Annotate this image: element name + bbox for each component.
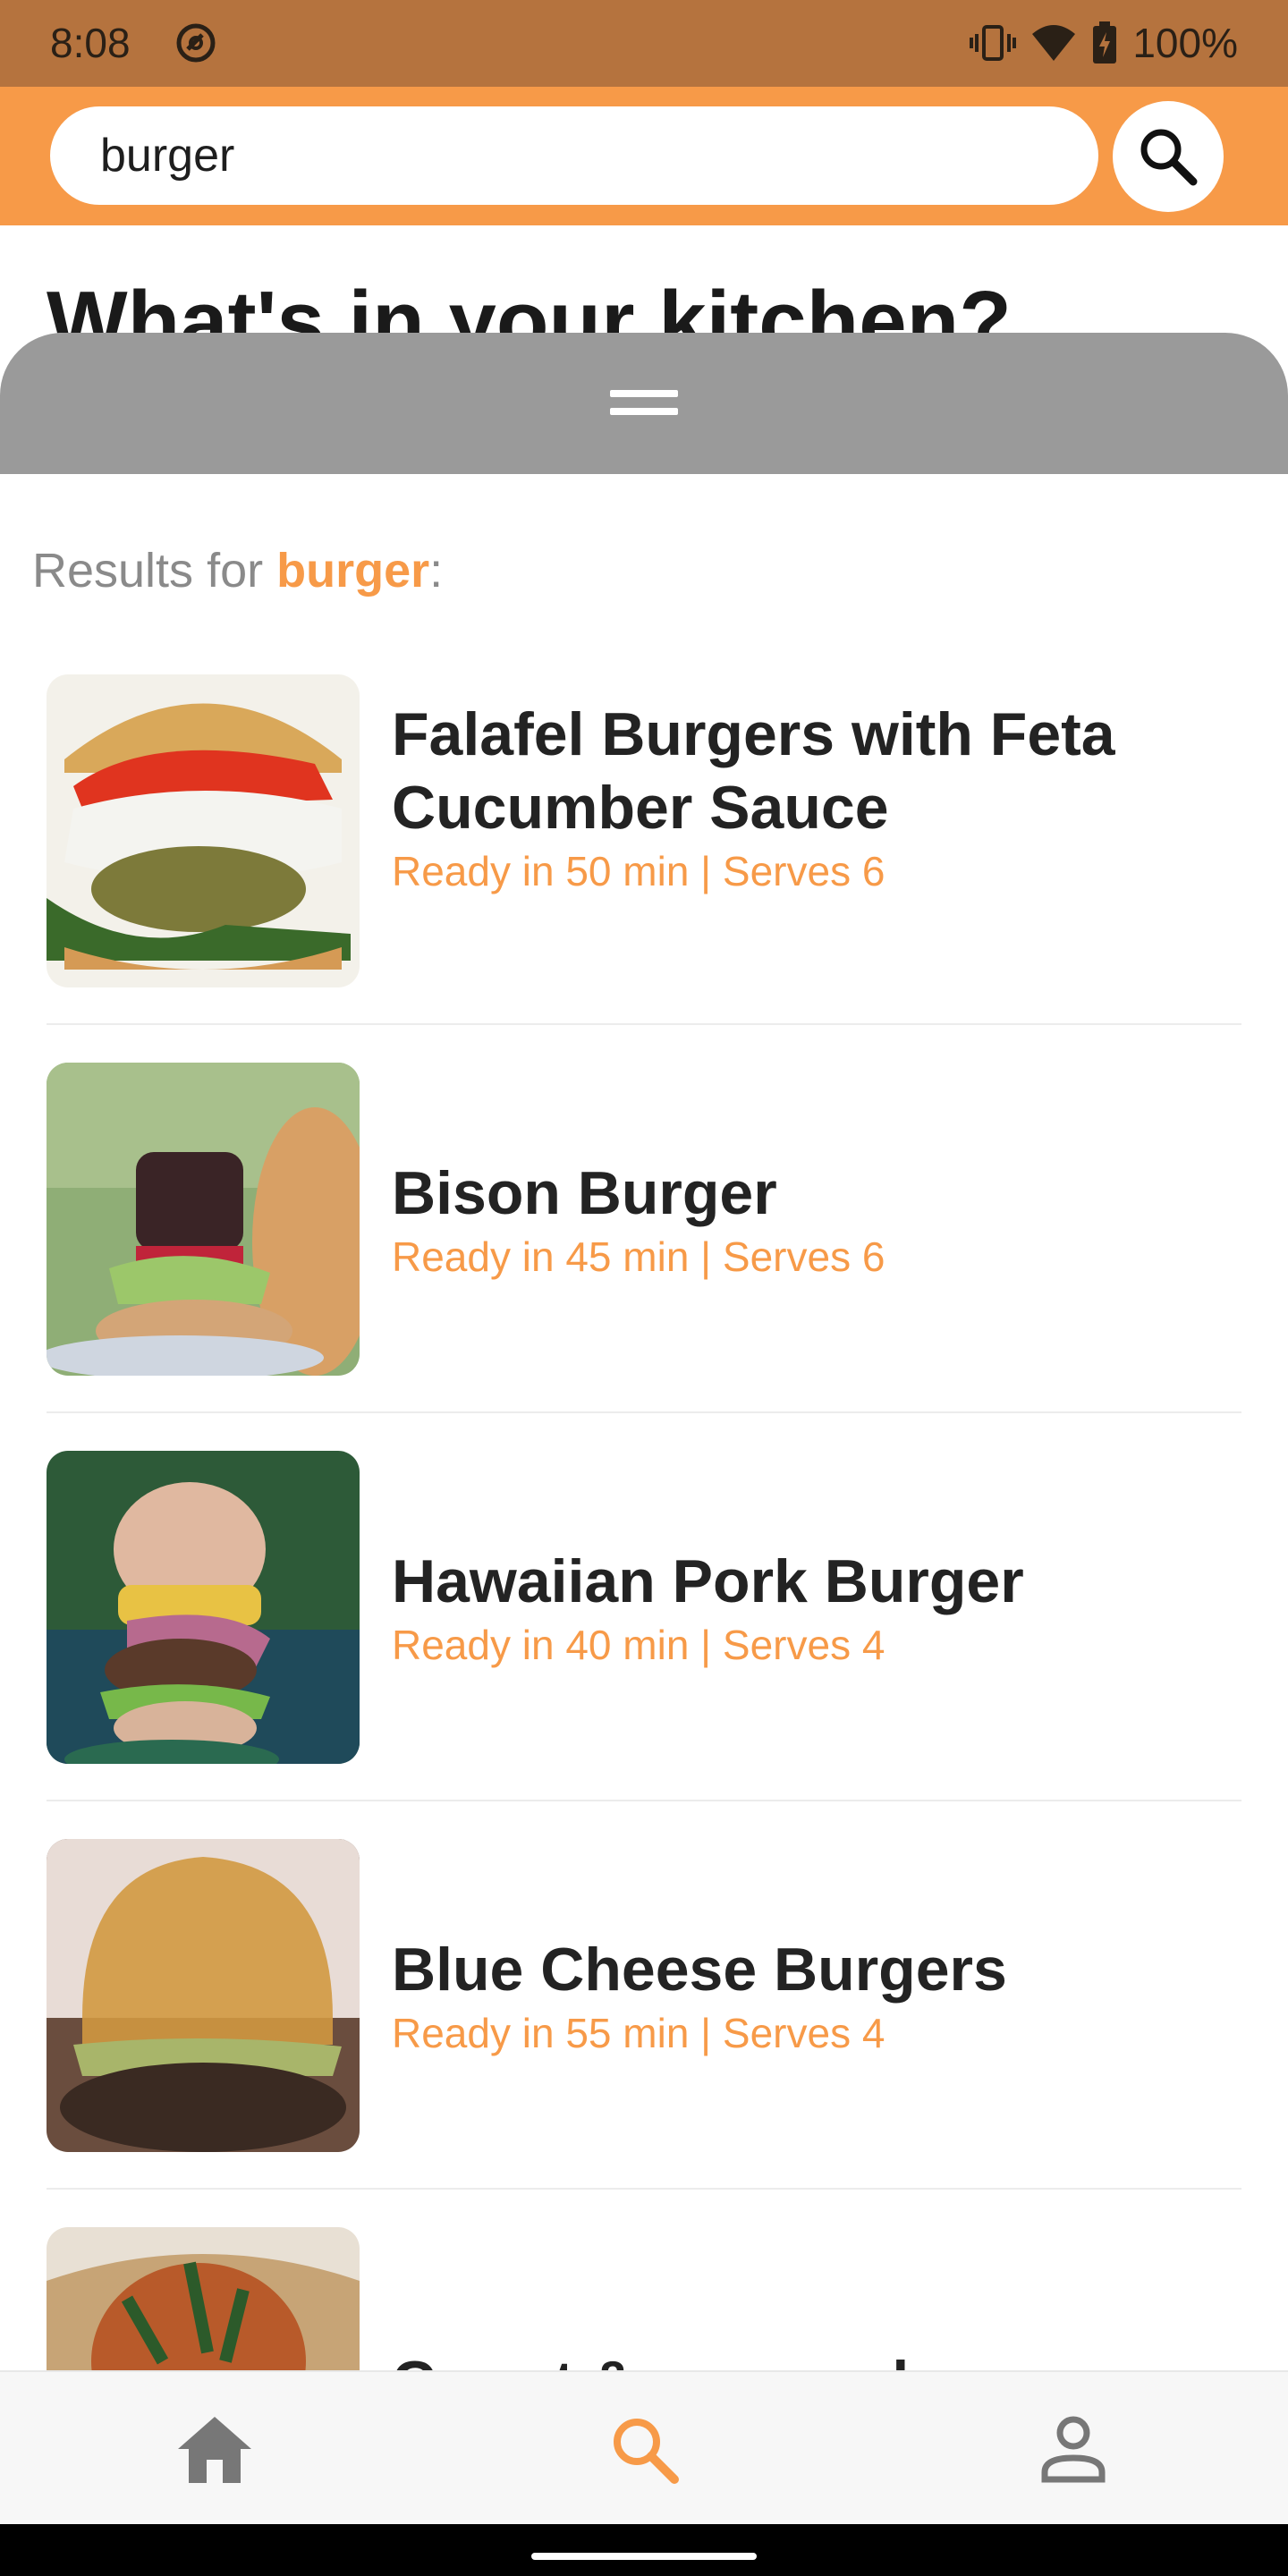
do-not-disturb-icon (176, 23, 216, 63)
recipe-text: Bison Burger Ready in 45 min | Serves 6 (392, 1025, 1241, 1413)
search-button[interactable] (1113, 101, 1224, 212)
recipe-title: Carrot & sesame burgers (392, 2346, 1241, 2370)
recipe-meta: Ready in 50 min | Serves 6 (392, 848, 886, 894)
list-item[interactable]: Bison Burger Ready in 45 min | Serves 6 (47, 1025, 1241, 1413)
results-query: burger (276, 544, 430, 597)
recipe-thumbnail (47, 2227, 360, 2370)
wifi-icon (1032, 25, 1076, 61)
status-bar: 8:08 100% (0, 0, 1288, 87)
list-item[interactable]: Blue Cheese Burgers Ready in 55 min | Se… (47, 1801, 1241, 2190)
recipe-thumbnail (47, 1839, 360, 2152)
recipe-title: Falafel Burgers with Feta Cucumber Sauce (392, 700, 1115, 842)
recipe-text: Carrot & sesame burgers (392, 2190, 1241, 2370)
recipe-text: Blue Cheese Burgers Ready in 55 min | Se… (392, 1801, 1241, 2190)
list-item[interactable]: Falafel Burgers with Feta Cucumber Sauce… (47, 637, 1241, 1025)
battery-charging-icon (1093, 21, 1117, 64)
sheet-handle-bar[interactable] (0, 333, 1288, 474)
recipe-meta: Ready in 40 min | Serves 4 (392, 1622, 886, 1668)
vibrate-icon (970, 25, 1017, 61)
recipe-thumbnail (47, 674, 360, 987)
recipe-title: Blue Cheese Burgers (392, 1936, 1007, 2004)
results-suffix: : (429, 544, 444, 597)
results-label: Results for burger: (32, 542, 443, 599)
profile-icon (1041, 2416, 1106, 2483)
list-item[interactable]: Hawaiian Pork Burger Ready in 40 min | S… (47, 1413, 1241, 1801)
recipe-meta: Ready in 55 min | Serves 4 (392, 2010, 886, 2056)
results-sheet: Results for burger: Falafel Burgers with… (0, 333, 1288, 2370)
result-list: Falafel Burgers with Feta Cucumber Sauce… (47, 637, 1241, 2370)
recipe-text: Hawaiian Pork Burger Ready in 40 min | S… (392, 1413, 1241, 1801)
results-prefix: Results for (32, 544, 277, 597)
recipe-thumbnail (47, 1063, 360, 1376)
home-indicator[interactable] (531, 2553, 757, 2560)
recipe-title: Hawaiian Pork Burger (392, 1547, 1024, 1615)
list-item[interactable]: Carrot & sesame burgers (47, 2190, 1241, 2370)
status-time: 8:08 (50, 20, 131, 66)
search-icon (614, 2419, 679, 2484)
nav-tab-search[interactable] (537, 2372, 751, 2526)
recipe-text: Falafel Burgers with Feta Cucumber Sauce… (392, 637, 1241, 1025)
bottom-nav (0, 2370, 1288, 2524)
battery-percent: 100% (1132, 20, 1238, 66)
recipe-title: Bison Burger (392, 1159, 777, 1227)
system-nav-bar (0, 2524, 1288, 2576)
nav-tab-profile[interactable] (966, 2372, 1181, 2526)
search-icon (1140, 129, 1198, 186)
drag-handle-icon[interactable] (610, 390, 678, 417)
recipe-meta: Ready in 45 min | Serves 6 (392, 1233, 886, 1280)
search-header (0, 87, 1288, 225)
status-icons: 100% (970, 18, 1238, 68)
recipe-thumbnail (47, 1451, 360, 1764)
nav-tab-home[interactable] (107, 2372, 322, 2526)
search-input[interactable] (50, 106, 1098, 205)
home-icon (178, 2417, 251, 2483)
